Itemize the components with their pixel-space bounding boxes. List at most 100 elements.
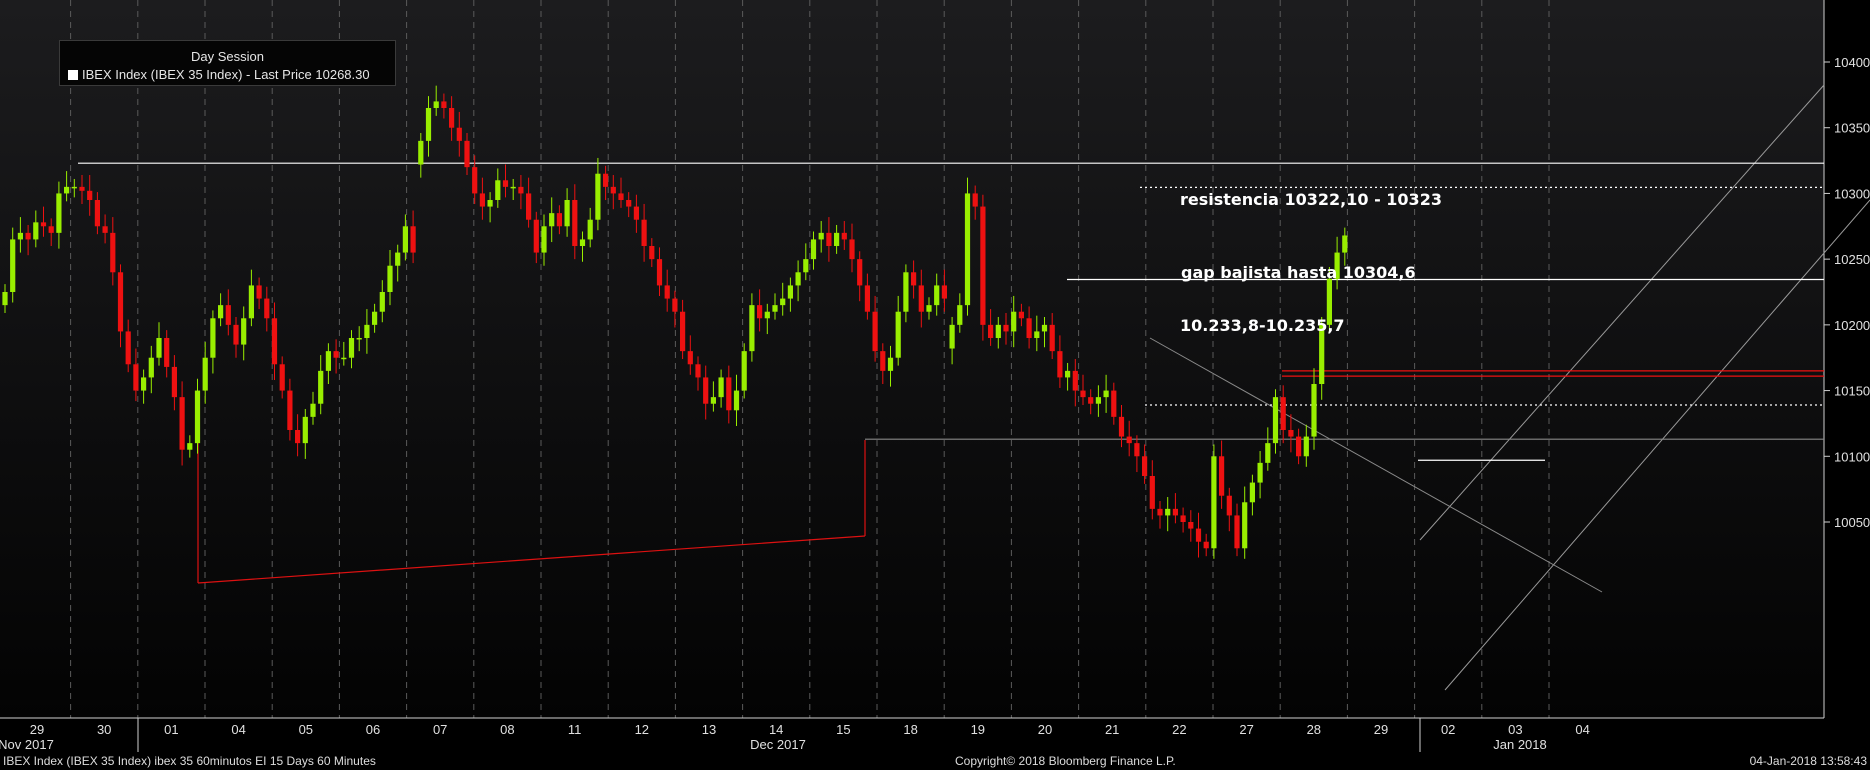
candle-body — [1296, 436, 1302, 457]
candle-body — [379, 292, 385, 312]
candle-body — [1142, 456, 1148, 476]
footer-security: IBEX Index (IBEX 35 Index) ibex 35 60min… — [3, 754, 376, 768]
candle-body — [1049, 324, 1055, 352]
candle-body — [1126, 436, 1132, 444]
candle-body — [949, 324, 955, 349]
candle-body — [1257, 462, 1263, 483]
price-chart: 29 30 01 04 05 06 07 08 11 12 13 14 15 18 19 20 21 22 27 28… — [0, 0, 1870, 752]
candle-body — [171, 366, 177, 398]
x-tick-label: 20 — [1038, 722, 1052, 737]
candle-body — [387, 265, 393, 292]
x-tick-label: 01 — [164, 722, 178, 737]
x-tick-label: 06 — [366, 722, 380, 737]
candle-body — [1311, 384, 1317, 437]
candle-body — [718, 377, 724, 398]
candle-body — [110, 232, 116, 273]
legend-series: IBEX Index (IBEX 35 Index) - Last Price … — [68, 67, 370, 82]
candle-body — [333, 351, 339, 358]
candle-body — [1065, 370, 1071, 378]
candle-body — [79, 186, 85, 191]
candle-body — [425, 108, 432, 141]
resistance-annotation: resistencia 10322,10 - 10323 — [1180, 190, 1442, 209]
candle-body — [1172, 508, 1178, 516]
candle-body — [626, 200, 632, 207]
candle-body — [479, 193, 485, 207]
candle-body — [633, 206, 639, 220]
candle-body — [318, 370, 324, 404]
candle-body — [71, 186, 77, 189]
candle-body — [1195, 528, 1202, 542]
candle-body — [1003, 324, 1009, 332]
candle-body — [279, 364, 285, 391]
candle-body — [256, 285, 262, 299]
candle-body — [749, 305, 755, 352]
candle-body — [841, 232, 847, 240]
candle-body — [1034, 331, 1040, 338]
candle-body — [148, 357, 154, 378]
candle-body — [941, 285, 947, 299]
candle-body — [48, 226, 54, 233]
candle-body — [649, 246, 655, 260]
legend-series-label: IBEX Index (IBEX 35 Index) - Last Price … — [82, 67, 370, 82]
x-tick-label: 14 — [769, 722, 783, 737]
candle-body — [1165, 508, 1171, 516]
candle-body — [25, 232, 31, 240]
x-tick-label: 15 — [836, 722, 850, 737]
candle-body — [156, 338, 162, 358]
candle-body — [248, 285, 254, 319]
candle-body — [1180, 515, 1186, 522]
candle-body — [595, 173, 601, 220]
candle-body — [818, 232, 824, 240]
candle-body — [887, 357, 894, 371]
x-tick-label: 13 — [702, 722, 716, 737]
candle-body — [572, 200, 578, 246]
x-tick-label: 19 — [971, 722, 985, 737]
candle-body — [1057, 351, 1063, 378]
candle-body — [410, 226, 416, 253]
candle-body — [364, 324, 370, 338]
candle-body — [911, 272, 917, 286]
candle-body — [1103, 390, 1109, 398]
candle-body — [995, 324, 1001, 338]
candle-body — [903, 272, 909, 312]
candle-body — [241, 318, 247, 345]
candle-body — [772, 305, 778, 312]
candle-body — [1011, 311, 1017, 332]
candle-body — [880, 351, 886, 371]
candle-body — [579, 239, 586, 246]
candle-body — [1272, 397, 1279, 444]
candle-body — [356, 338, 362, 340]
candle-body — [1072, 370, 1078, 391]
candle-body — [1149, 476, 1155, 509]
candle-body — [456, 127, 462, 141]
x-tick-label: 12 — [635, 722, 649, 737]
candle-body — [803, 259, 809, 273]
x-tick-label: 21 — [1105, 722, 1119, 737]
gap-annotation: gap bajista hasta 10304,6 — [1181, 263, 1416, 282]
candle-body — [618, 193, 624, 200]
candle-body — [1111, 390, 1117, 417]
candle-body — [1242, 502, 1248, 549]
x-tick-label: 22 — [1172, 722, 1186, 737]
candle-body — [194, 390, 201, 444]
candle-body — [202, 357, 208, 391]
candle-body — [210, 318, 216, 358]
candle-body — [348, 338, 355, 358]
candle-body — [1095, 397, 1101, 404]
candle-body — [603, 173, 609, 187]
candle-body — [549, 213, 555, 227]
x-tick-label: 02 — [1441, 722, 1455, 737]
legend-session: Day Session — [191, 49, 264, 64]
candle-body — [495, 180, 501, 200]
candle-body — [703, 377, 709, 404]
candle-body — [433, 101, 439, 108]
candle-body — [1118, 416, 1125, 437]
candle-body — [33, 222, 39, 240]
y-tick-label: 10350 — [1834, 121, 1870, 136]
candle-body — [1080, 390, 1086, 398]
candle-body — [988, 324, 994, 338]
candle-body — [17, 232, 23, 240]
candle-body — [164, 338, 170, 367]
candle-body — [64, 186, 70, 194]
x-tick-label: 27 — [1239, 722, 1253, 737]
